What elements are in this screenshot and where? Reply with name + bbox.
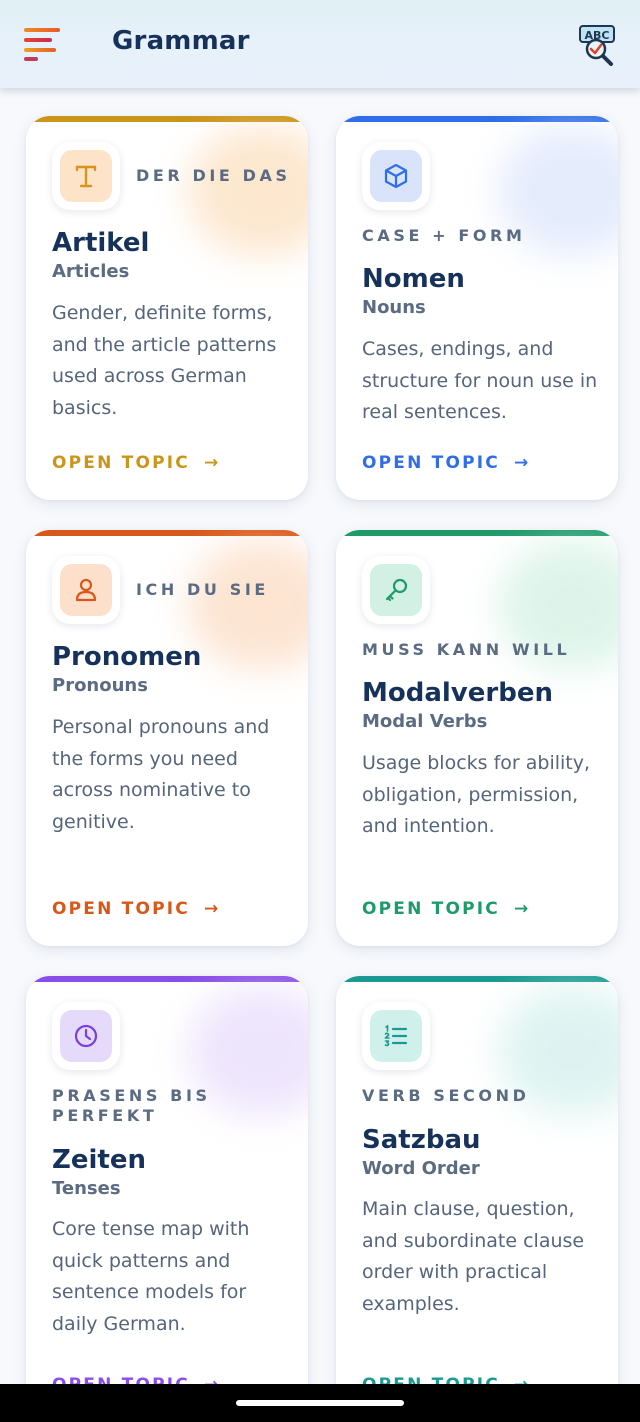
arrow-right-icon: → [513,899,529,919]
topic-icon-box [362,556,430,624]
open-topic-link[interactable]: OPEN TOPIC → [52,898,218,920]
open-topic-label: OPEN TOPIC [52,899,190,919]
key-icon [385,578,408,602]
numbered-list-icon [384,1024,408,1047]
topic-subtitle: Tenses [52,1178,121,1199]
topic-description: Main clause, question, and subordinate c… [362,1198,585,1315]
topic-card-pronomen[interactable]: ICH DU SIE Pronomen Pronouns Personal pr… [26,530,308,946]
abc-search-button[interactable]: ABC [578,24,618,66]
open-topic-label: OPEN TOPIC [362,453,500,473]
card-accent-line [26,530,308,536]
topic-title: Zeiten [52,1145,146,1175]
topic-description: Gender, definite forms, and the article … [52,302,277,419]
arrow-right-icon: → [203,899,219,919]
open-topic-label: OPEN TOPIC [52,453,190,473]
topic-card-modalverben[interactable]: MUSS KANN WILL Modalverben Modal Verbs U… [336,530,618,946]
card-glow [188,540,308,670]
card-glow [188,126,308,256]
topic-subtitle: Nouns [362,297,426,318]
app-header: Grammar ABC [0,0,640,88]
topic-description: Usage blocks for ability, obligation, pe… [362,752,591,838]
topic-title: Satzbau [362,1125,481,1155]
topic-icon-box [362,1002,430,1070]
topic-title: Artikel [52,228,150,258]
home-indicator[interactable] [236,1400,404,1406]
page-title: Grammar [112,26,250,56]
card-accent-line [26,976,308,982]
abc-search-icon: ABC [579,25,615,66]
open-topic-label: OPEN TOPIC [362,899,500,919]
topic-card-nomen[interactable]: CASE + FORM Nomen Nouns Cases, endings, … [336,116,618,500]
open-topic-link[interactable]: OPEN TOPIC → [52,452,218,474]
topic-tag: ICH DU SIE [136,580,269,599]
card-accent-line [336,530,618,536]
topic-description: Personal pronouns and the forms you need… [52,716,270,833]
topic-tag: MUSS KANN WILL [362,640,571,659]
menu-line [24,48,56,52]
arrow-right-icon: → [203,453,219,473]
arrow-right-icon: → [513,453,529,473]
menu-line [24,38,52,42]
menu-line [24,57,38,61]
cube-icon [384,163,408,189]
topic-tag: VERB SECOND [362,1086,530,1105]
card-accent-line [26,116,308,122]
open-topic-link[interactable]: OPEN TOPIC → [362,898,528,920]
card-accent-line [336,976,618,982]
topic-icon-box [52,142,120,210]
topic-card-zeiten[interactable]: PRASENS BIS PERFEKT Zeiten Tenses Core t… [26,976,308,1416]
person-icon [75,578,97,602]
menu-button[interactable] [24,26,64,62]
topic-description: Cases, endings, and structure for noun u… [362,338,598,424]
topic-icon-box [52,556,120,624]
topic-tag: DER DIE DAS [136,166,291,185]
topic-subtitle: Modal Verbs [362,711,488,732]
clock-icon [74,1024,98,1048]
topic-title: Nomen [362,264,465,294]
letter-t-icon [75,165,97,188]
topic-title: Pronomen [52,642,202,672]
topic-tag: PRASENS BIS PERFEKT [52,1086,211,1125]
topic-subtitle: Articles [52,261,130,282]
hamburger-menu-icon [24,28,60,32]
topic-description: Core tense map with quick patterns and s… [52,1218,250,1335]
topic-subtitle: Pronouns [52,675,148,696]
topic-card-satzbau[interactable]: VERB SECOND Satzbau Word Order Main clau… [336,976,618,1416]
open-topic-link[interactable]: OPEN TOPIC → [362,452,528,474]
topic-icon-box [362,142,430,210]
topic-icon-box [52,1002,120,1070]
card-accent-line [336,116,618,122]
topic-tag: CASE + FORM [362,226,526,245]
topic-card-artikel[interactable]: DER DIE DAS Artikel Articles Gender, def… [26,116,308,500]
system-navigation-bar [0,1384,640,1422]
topic-subtitle: Word Order [362,1158,480,1179]
topic-title: Modalverben [362,678,553,708]
